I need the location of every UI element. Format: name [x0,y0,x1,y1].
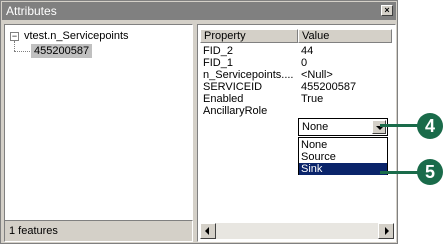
column-header-value[interactable]: Value [298,29,392,43]
property-name: n_Servicepoints.... [203,69,294,81]
tree-connector [14,41,15,51]
dropdown-list: None Source Sink [298,137,388,175]
property-value: <Null> [301,69,333,81]
property-value: True [301,93,324,105]
step-callout-4: 4 [417,113,443,139]
close-button[interactable]: × [381,5,393,16]
scroll-left-icon[interactable] [200,223,216,239]
window-title: Attributes [6,4,57,18]
dropdown-option-source[interactable]: Source [299,151,387,163]
property-value: 0 [301,57,308,69]
attributes-window: Attributes × − vtest.n_Servicepoints 455… [0,0,398,244]
column-header-label: Value [302,30,330,42]
callout-leader-line [380,124,420,127]
dropdown-option-none[interactable]: None [299,139,387,151]
property-name: AncillaryRole [203,105,268,117]
tree-connector [14,51,30,52]
horizontal-scrollbar[interactable] [200,223,394,239]
dropdown-arrow-icon[interactable] [372,120,386,134]
title-bar: Attributes × [2,2,396,20]
collapse-toggle-icon[interactable]: − [10,32,19,41]
callout-leader-line [380,171,420,174]
property-name: FID_1 [203,57,233,69]
tree-root-layer[interactable]: vtest.n_Servicepoints [24,30,129,42]
property-value: 44 [301,45,314,57]
feature-tree: − vtest.n_Servicepoints 455200587 [4,24,193,234]
column-header-label: Property [204,30,246,42]
property-name: SERVICEID [203,81,263,93]
tree-item-feature[interactable]: 455200587 [31,44,93,58]
property-value: 455200587 [301,81,357,93]
status-text: 1 features [9,225,58,237]
ancillary-role-dropdown[interactable]: None [298,118,388,136]
property-grid: Property Value FID_2 44 FID_1 0 n_Servic… [197,24,396,242]
column-header-property[interactable]: Property [200,29,298,43]
dropdown-selected-value: None [302,121,329,133]
dropdown-option-sink[interactable]: Sink [299,163,387,175]
property-name: FID_2 [203,45,233,57]
feature-count-status: 1 features [4,220,193,242]
step-callout-5: 5 [417,159,443,185]
scroll-right-icon[interactable] [378,223,394,239]
property-name: Enabled [203,93,244,105]
